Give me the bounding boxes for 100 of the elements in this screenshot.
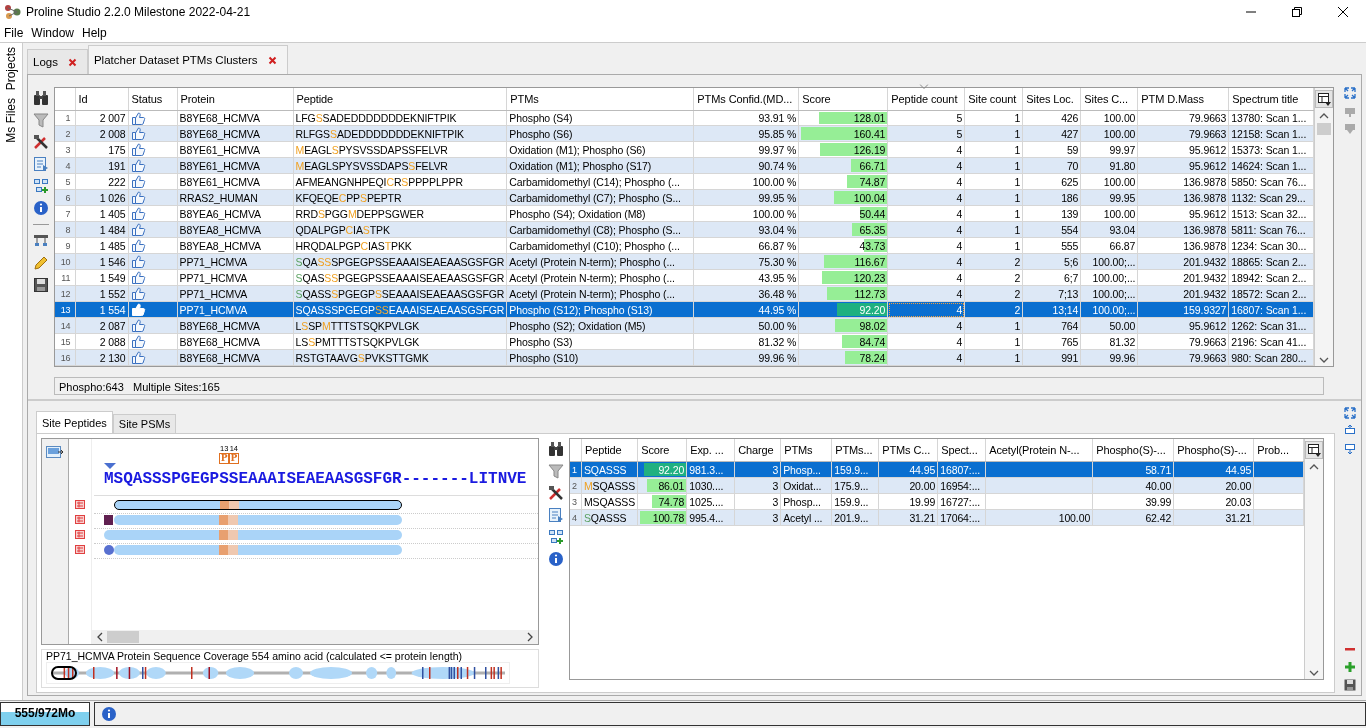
column-header[interactable]: Prob... [1253,439,1304,462]
maximize-icon[interactable] [1291,6,1303,18]
table-row[interactable]: 9 1 485 B8YEA8_HCMVA HRQDALPGPCIASTPKK Carbamidomethyl (C10); Phospho (... 66.87 % 43.73 4 1 555 66.87 136.9878 1234: Scan 30... [55,237,1314,254]
document-tab[interactable]: Platcher Dataset PTMs Clusters [87,45,288,74]
menu-item[interactable]: Help [82,26,107,40]
export-image-icon[interactable] [46,445,64,459]
table-row[interactable]: 13 1 554 PP71_HCMVA SQASSSPGEGPSSEAAAISEAEAASGSFGR Phospho (S12); Phospho (S13) 44.95 % 92.20 4 2 13;14 100.00;... 159.9327 16807: Scan 1... [55,301,1314,318]
column-header[interactable]: PTMs... [831,439,879,462]
memory-indicator[interactable]: 555/972Mo [0,702,90,726]
scrollbar-thumb[interactable] [107,631,139,643]
graph-add-icon[interactable] [33,178,49,194]
column-header[interactable]: Sites C... [1080,88,1138,111]
column-header[interactable]: PTM D.Mass [1137,88,1229,111]
table-row[interactable]: 1 2 007 B8YE68_HCMVA LFGSSADEDDDDDDDEKNIFTPIK Phospho (S4) 93.91 % 128.01 5 1 426 100.00 79.9663 13780: Scan 1... [55,110,1314,126]
pencil-icon[interactable] [33,255,49,271]
tools-icon[interactable] [548,485,564,501]
column-header[interactable]: Peptide [581,439,638,462]
column-header[interactable]: Phospho(S)-... [1173,439,1254,462]
graph-add-icon[interactable] [548,529,564,545]
column-header[interactable]: Site count [964,88,1023,111]
column-header[interactable]: Peptide [293,88,507,111]
modification-marker [104,515,113,525]
panel-up-icon[interactable] [1344,425,1356,437]
table-row[interactable]: 14 2 087 B8YE68_HCMVA LSSPMTTTSTSQKPVLGK Phospho (S2); Oxidation (M5) 50.00 % 98.02 4 1 764 50.00 95.9612 1262: Scan 31... [55,317,1314,334]
table-row[interactable]: 12 1 552 PP71_HCMVA SQASSSPGEGPSSEAAAISEAEAASGSFGR Acetyl (Protein N-term); Phospho (... 36.48 % 112.73 4 2 7;13 100.00;... 201.9432 18572: Scan 2... [55,285,1314,302]
confidence-cell: 93.91 % [693,110,799,126]
save-icon[interactable] [33,277,49,293]
column-header[interactable]: PTMs [506,88,694,111]
column-header[interactable]: Exp. ... [686,439,735,462]
scroll-up-icon[interactable] [1309,463,1320,470]
scrollbar-thumb[interactable] [1317,123,1332,135]
column-chooser-icon[interactable] [1315,90,1334,108]
table-row[interactable]: 1 SQASSS 92.20 981.3... 3 Phosp... 159.9... 44.95 16807:... 58.71 44.95 [570,461,1304,478]
hierarchy-icon[interactable] [33,233,49,249]
binoculars-icon[interactable] [33,90,49,106]
column-header[interactable]: Phospho(S)-... [1092,439,1174,462]
plus-icon[interactable] [1344,661,1356,673]
save-icon[interactable] [1344,679,1356,691]
thumbs-up-icon [130,223,146,236]
scroll-down-icon[interactable] [1309,670,1320,677]
close-icon[interactable] [1337,6,1349,18]
column-header[interactable]: PTMs C... [878,439,938,462]
column-header[interactable]: Status [128,88,177,111]
column-header[interactable]: Sites Loc. [1022,88,1081,111]
peptide-bar[interactable] [113,500,402,510]
table-row[interactable]: 6 1 026 RRAS2_HUMAN KFQEQECPPSPEPTR Carbamidomethyl (C7); Phospho (S... 99.95 % 100.04 4 1 186 99.95 136.9878 1132: Scan 29... [55,189,1314,206]
column-header[interactable]: PTMs Confid.(MD... [693,88,799,111]
info-icon[interactable] [101,706,117,722]
column-header[interactable]: Acetyl(Protein N-... [985,439,1093,462]
column-header[interactable]: Spect... [937,439,986,462]
column-header[interactable]: Score [798,88,888,111]
expand-icon[interactable] [1344,87,1356,99]
column-header[interactable]: PTMs [780,439,832,462]
thumbs-up-icon [130,287,146,300]
binoculars-icon[interactable] [548,441,564,457]
tools-icon[interactable] [33,134,49,150]
table-row[interactable]: 3 175 B8YE61_HCMVA MEAGLSPYSVSSDAPSSFELVR Oxidation (M1); Phospho (S6) 99.97 % 126.19 4 1 59 99.97 95.9612 15373: Scan 1... [55,141,1314,158]
export-icon[interactable] [548,507,564,523]
column-header[interactable]: Spectrum title [1228,88,1314,111]
column-header[interactable]: Id [75,88,128,111]
export-icon[interactable] [33,156,49,172]
filter-icon[interactable] [33,112,49,128]
table-row[interactable]: 16 2 130 B8YE68_HCMVA RSTGTAAVGSPVKSTTGMK Phospho (S10) 99.96 % 78.24 4 1 991 99.96 79.9663 980: Scan 280... [55,349,1314,366]
column-header[interactable]: Charge [734,439,781,462]
peptide-row-icon[interactable] [75,545,85,554]
info-icon[interactable] [33,200,49,216]
scroll-left-icon[interactable] [96,632,103,642]
table-row[interactable]: 10 1 546 PP71_HCMVA SQASSSPGEGPSSEAAAISEAEAASGSFGR Acetyl (Protein N-term); Phospho (... 75.30 % 116.67 4 2 5;6 100.00;... 201.9432 18865: Scan 2... [55,253,1314,270]
side-tab[interactable]: Ms Files [4,98,18,144]
peptide-row-icon[interactable] [75,530,85,539]
table-row[interactable]: 11 1 549 PP71_HCMVA SQASSSPGEGPSSEAAAISEAEAASGSFGR Acetyl (Protein N-term); Phospho (... 43.95 % 120.23 4 2 6;7 100.00;... 201.9432 18942: Scan 2... [55,269,1314,286]
table-row[interactable]: 15 2 088 B8YE68_HCMVA LSSPMTTTSTSQKPVLGK Phospho (S3) 81.32 % 84.74 4 1 765 81.32 79.9663 2196: Scan 41... [55,333,1314,350]
info-icon[interactable] [548,551,564,567]
expand-icon[interactable] [1344,407,1356,419]
table-row[interactable]: 8 1 484 B8YEA8_HCMVA QDALPGPCIASTPK Carbamidomethyl (C8); Phospho (S... 93.04 % 65.35 4 1 554 93.04 136.9878 5811: Scan 76... [55,221,1314,238]
table-row[interactable]: 3 MSQASSS 74.78 1025.... 3 Phosp... 159.9... 19.99 16727:... 39.99 20.03 [570,493,1304,510]
column-header[interactable]: Protein [177,88,293,111]
column-chooser-icon[interactable] [1305,441,1324,459]
scroll-down-icon[interactable] [1319,357,1330,364]
detail-tab[interactable]: Site Peptides [36,411,113,433]
document-tab[interactable]: Logs [27,49,88,74]
table-row[interactable]: 7 1 405 B8YEA6_HCMVA RRDSPGGMDEPPSGWER Phospho (S4); Oxidation (M8) 100.00 % 50.44 4 1 139 100.00 95.9612 1513: Scan 32... [55,205,1314,222]
peptide-row-icon[interactable] [75,515,85,524]
panel-down-icon[interactable] [1344,443,1356,455]
scroll-right-icon[interactable] [527,632,534,642]
side-tab[interactable]: Projects [4,47,18,91]
table-row[interactable]: 4 191 B8YE61_HCMVA MEAGLSPYSVSSDAPSSFELVR Oxidation (M1); Phospho (S17) 90.74 % 66.71 4 1 70 91.80 95.9612 14624: Scan 1... [55,157,1314,174]
protein-sequence: MSQASSSPGEGPSSEAAAISEAEAASGSFGR-------LITNVE [104,469,528,489]
peptide-row-icon[interactable] [75,500,85,509]
scroll-up-icon[interactable] [1319,112,1330,119]
menu-item[interactable]: File [4,26,24,40]
thumbs-up-icon [130,239,146,252]
detail-tab[interactable]: Site PSMs [112,414,177,433]
column-header[interactable]: Score [637,439,687,462]
table-row[interactable]: 4 SQASSS 100.78 995.4... 3 Acetyl ... 201.9... 31.21 17064:... 100.00 62.42 31.21 [570,509,1304,526]
table-row[interactable]: 5 222 B8YE61_HCMVA AFMEANGNHPEQICRSPPPPLPPR Carbamidomethyl (C14); Phospho (... 100.00 % 74.87 4 1 625 100.00 136.9878 5850: Scan 76... [55,173,1314,190]
table-row[interactable]: 2 2 008 B8YE68_HCMVA RLFGSSADEDDDDDDDEKNIFTPIK Phospho (S6) 95.85 % 160.41 5 1 427 100.00 79.9663 12158: Scan 1... [55,125,1314,142]
table-row[interactable]: 2 MSQASSS 86.01 1030.... 3 Oxidat... 175.9... 20.00 16954:... 40.00 20.00 [570,477,1304,494]
filter-icon[interactable] [548,463,564,479]
menu-item[interactable]: Window [31,26,75,40]
